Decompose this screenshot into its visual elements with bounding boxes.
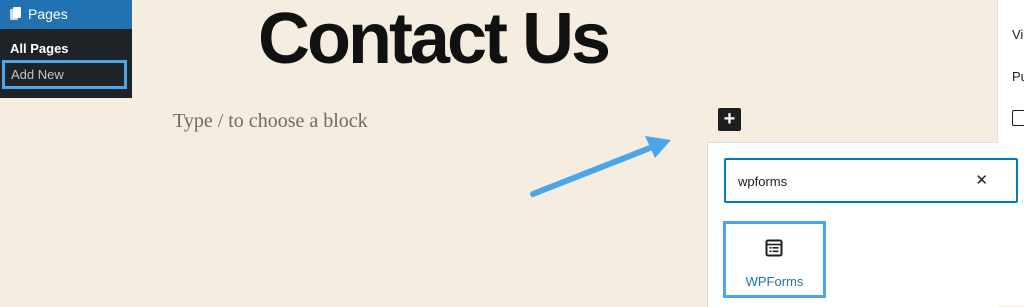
annotation-arrow-icon [530, 136, 671, 197]
close-icon[interactable]: ✕ [975, 171, 988, 189]
block-result-wpforms[interactable]: WPForms [723, 221, 826, 298]
block-result-label: WPForms [745, 274, 804, 289]
wpforms-form-icon [765, 239, 783, 257]
sidebar-visibility-label: Vi [1012, 27, 1024, 42]
settings-sidebar: Vi Pu [997, 0, 1024, 306]
sidebar-publish-label: Pu [1012, 69, 1024, 84]
menu-item-pages-label: Pages [28, 6, 68, 22]
sidebar-checkbox[interactable] [1012, 110, 1024, 126]
submenu-item-add-new[interactable]: Add New [2, 60, 127, 89]
block-placeholder[interactable]: Type / to choose a block [173, 110, 368, 133]
block-search-box[interactable]: ✕ [724, 158, 1018, 203]
menu-item-pages[interactable]: Pages [0, 0, 132, 29]
block-search-input[interactable] [738, 172, 958, 190]
submenu-item-all-pages[interactable]: All Pages [10, 41, 69, 56]
admin-sidebar: Pages All Pages Add New [0, 0, 132, 98]
block-inserter-toggle-button[interactable]: + [718, 108, 741, 131]
page-title[interactable]: Contact Us [258, 0, 611, 78]
pages-icon [10, 7, 21, 21]
block-inserter-popover: ✕ WPForms [707, 142, 1018, 307]
submenu-item-add-new-label: Add New [11, 67, 64, 82]
